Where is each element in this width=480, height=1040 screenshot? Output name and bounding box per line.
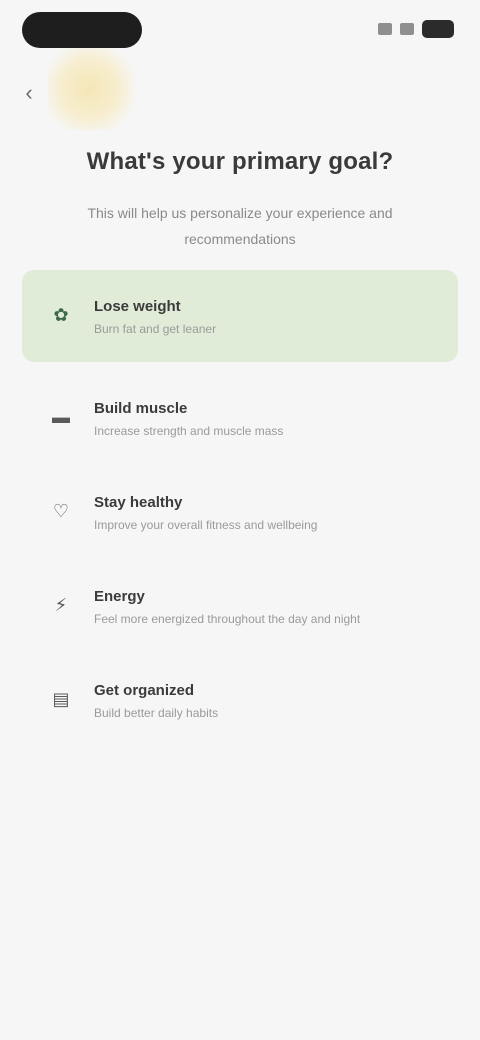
goal-option-description: Burn fat and get leaner: [94, 322, 217, 336]
wifi-icon: [400, 23, 414, 35]
goal-option-description: Increase strength and muscle mass: [94, 424, 284, 438]
signal-icon: [378, 23, 392, 35]
status-pill: [22, 12, 142, 48]
goal-option-lose-weight[interactable]: ✿ Lose weight Burn fat and get leaner: [22, 270, 458, 362]
page-subtitle: This will help us personalize your exper…: [87, 205, 393, 247]
sprout-icon: ✿: [53, 304, 69, 325]
chevron-left-icon: ‹: [25, 80, 33, 105]
back-button[interactable]: ‹: [14, 78, 44, 108]
goal-option-title: Lose weight: [94, 298, 181, 315]
goal-option-description: Build better daily habits: [94, 706, 219, 720]
dumbbell-icon: ▬: [52, 406, 70, 427]
goal-option-title: Get organized: [94, 682, 195, 699]
bolt-icon: ⚡: [54, 594, 68, 615]
battery-icon: [422, 20, 454, 38]
goal-option-get-organized[interactable]: ▤ Get organized Build better daily habit…: [22, 654, 458, 742]
status-icons: [378, 20, 454, 38]
goal-option-build-muscle[interactable]: ▬ Build muscle Increase strength and mus…: [22, 372, 458, 460]
goal-selection-screen: ‹ What's your primary goal? This will he…: [0, 0, 480, 1040]
heart-icon: ♡: [52, 500, 70, 521]
hero-illustration: [48, 48, 140, 130]
clipboard-icon: ▤: [52, 688, 70, 709]
goal-options-list: ✿ Lose weight Burn fat and get leaner ▬ …: [22, 270, 458, 748]
goal-option-energy[interactable]: ⚡ Energy Feel more energized throughout …: [22, 560, 458, 648]
goal-option-description: Feel more energized throughout the day a…: [94, 612, 361, 626]
goal-option-description: Improve your overall fitness and wellbei…: [94, 518, 318, 532]
goal-option-title: Energy: [94, 588, 145, 605]
goal-option-stay-healthy[interactable]: ♡ Stay healthy Improve your overall fitn…: [22, 466, 458, 554]
page-title: What's your primary goal?: [86, 148, 394, 175]
goal-option-title: Stay healthy: [94, 494, 183, 511]
goal-option-title: Build muscle: [94, 400, 188, 417]
